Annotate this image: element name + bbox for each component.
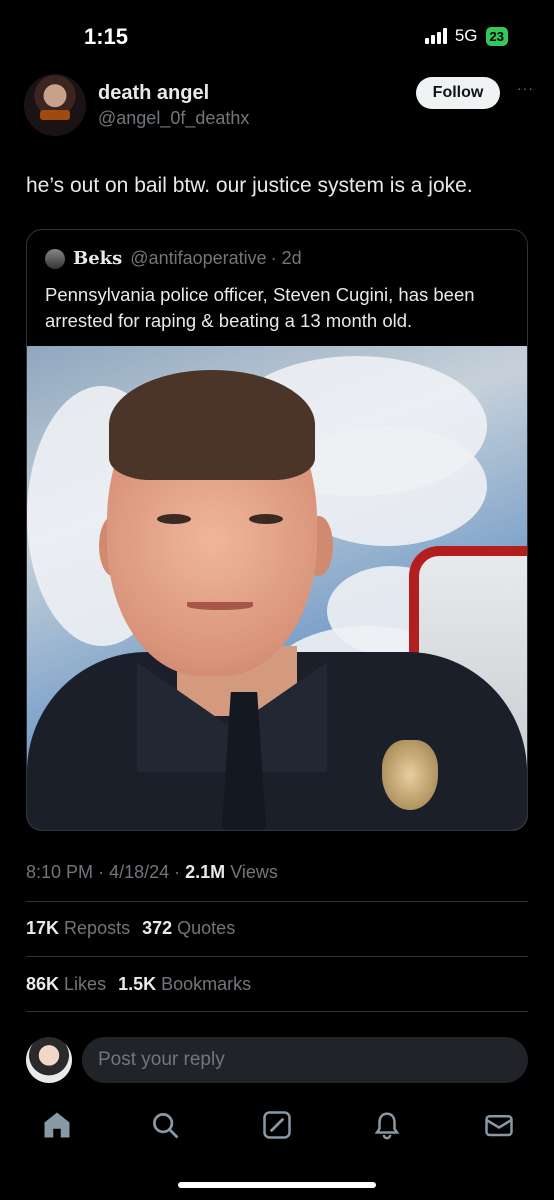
more-options-icon[interactable]: ··· <box>517 80 534 96</box>
views-label: Views <box>230 862 278 882</box>
bottom-nav <box>0 1100 554 1152</box>
bookmarks-stat[interactable]: 1.5K Bookmarks <box>118 974 251 995</box>
quote-age: · 2d <box>270 248 302 268</box>
quoted-post[interactable]: Beks @antifaoperative · 2d Pennsylvania … <box>26 229 528 831</box>
grok-icon[interactable] <box>262 1110 292 1140</box>
network-label: 5G <box>454 26 478 45</box>
likes-stat[interactable]: 86K Likes <box>26 974 106 995</box>
author-avatar[interactable] <box>24 74 86 136</box>
quotes-stat[interactable]: 372 Quotes <box>142 918 235 939</box>
quote-author-handle: @antifaoperative <box>130 248 267 268</box>
quote-header: Beks @antifaoperative · 2d <box>45 248 302 269</box>
signal-icon <box>424 28 447 44</box>
battery-icon: 23 <box>485 26 508 46</box>
post-author: death angel @angel_0f_deathx Follow ··· <box>24 74 534 138</box>
reposts-stat[interactable]: 17K Reposts <box>26 918 130 939</box>
like-stats: 86K Likes 1.5K Bookmarks <box>26 974 251 995</box>
divider <box>26 901 528 902</box>
repost-stats: 17K Reposts 372 Quotes <box>26 918 235 939</box>
author-handle[interactable]: @angel_0f_deathx <box>98 108 249 129</box>
views-count: 2.1M <box>185 862 226 882</box>
status-time: 1:15 <box>84 24 129 49</box>
bell-icon[interactable] <box>372 1110 402 1140</box>
post-time: 8:10 PM <box>26 862 94 882</box>
reply-input[interactable] <box>82 1037 528 1083</box>
mail-icon[interactable] <box>484 1110 514 1140</box>
search-icon[interactable] <box>150 1110 180 1140</box>
home-indicator[interactable] <box>178 1182 376 1188</box>
divider <box>26 1011 528 1012</box>
quote-text: Pennsylvania police officer, Steven Cugi… <box>45 284 475 331</box>
divider <box>26 956 528 957</box>
post-date: 4/18/24 <box>109 862 170 882</box>
status-indicators: 5G 23 <box>424 26 508 46</box>
reply-bar <box>26 1037 528 1083</box>
post-meta: 8:10 PM · 4/18/24 · 2.1M Views <box>26 862 278 882</box>
hair <box>109 370 315 480</box>
author-name[interactable]: death angel <box>98 82 209 105</box>
follow-button[interactable]: Follow <box>416 77 500 109</box>
police-badge <box>382 740 438 810</box>
post-text: he’s out on bail btw. our justice system… <box>26 174 473 197</box>
home-icon[interactable] <box>42 1110 72 1140</box>
quote-author-name: Beks <box>73 248 123 269</box>
user-avatar[interactable] <box>26 1037 72 1083</box>
status-bar: 1:15 5G 23 <box>0 0 554 70</box>
quote-photo[interactable] <box>27 346 527 830</box>
quote-avatar <box>45 248 65 269</box>
